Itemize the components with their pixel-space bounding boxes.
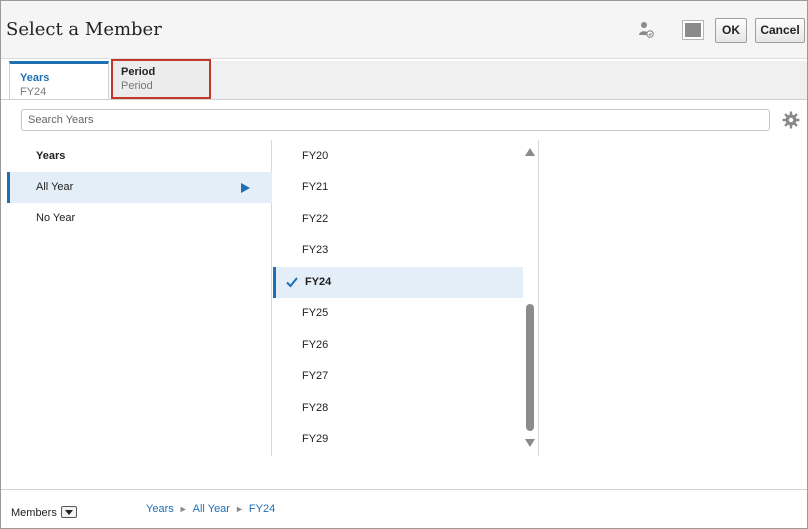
list-item-label: FY22 (302, 213, 329, 225)
dialog-title: Select a Member (6, 19, 162, 40)
gear-icon[interactable] (782, 111, 800, 129)
members-column: FY20 FY21 FY22 FY23 FY24 FY25 FY26 FY27 … (273, 140, 539, 456)
select-member-dialog: Select a Member OK Cancel Years FY24 Per… (0, 0, 808, 529)
list-item-label: FY21 (302, 181, 329, 193)
breadcrumb: Years ► All Year ► FY24 (146, 503, 275, 515)
breadcrumb-years[interactable]: Years (146, 503, 174, 515)
tab-period-label: Period (121, 66, 156, 78)
ok-button[interactable]: OK (715, 18, 747, 43)
list-item[interactable]: FY25 (273, 298, 523, 329)
user-settings-icon[interactable] (638, 21, 654, 39)
list-item-all-year[interactable]: All Year (7, 172, 272, 203)
checkmark-icon (286, 277, 298, 288)
list-item-label: FY29 (302, 433, 329, 445)
scrollbar-thumb[interactable] (526, 304, 534, 431)
list-item-label: FY28 (302, 402, 329, 414)
tabs-background (211, 61, 807, 99)
list-item[interactable]: FY22 (273, 204, 523, 235)
tab-years-value: FY24 (20, 86, 47, 98)
tab-years[interactable]: Years FY24 (9, 61, 109, 99)
list-item-selected[interactable]: FY24 (273, 267, 523, 298)
tab-period-value: Period (121, 80, 153, 92)
list-item-no-year[interactable]: No Year (7, 203, 272, 234)
list-item-label: No Year (36, 212, 76, 224)
breadcrumb-all-year[interactable]: All Year (193, 503, 230, 515)
list-item-label: All Year (36, 181, 74, 193)
list-item-label: FY27 (302, 370, 329, 382)
members-dropdown-button[interactable] (61, 506, 77, 518)
list-item[interactable]: FY26 (273, 330, 523, 361)
breadcrumb-separator-icon: ► (178, 504, 188, 514)
dimension-tabs: Years FY24 Period Period (1, 59, 807, 99)
tab-years-label: Years (20, 72, 50, 84)
search-input[interactable] (21, 109, 770, 131)
members-label: Members (11, 507, 57, 519)
square-icon (685, 23, 701, 37)
layout-toggle-button[interactable] (682, 20, 704, 40)
scroll-up-icon[interactable] (525, 148, 535, 156)
list-item-label: FY20 (302, 150, 329, 162)
list-item[interactable]: FY20 (273, 141, 523, 172)
list-item[interactable]: FY27 (273, 361, 523, 392)
list-item[interactable]: FY21 (273, 172, 523, 203)
tab-period[interactable]: Period Period (111, 59, 211, 99)
breadcrumb-fy24[interactable]: FY24 (249, 503, 275, 515)
expand-arrow-icon[interactable] (241, 183, 250, 193)
member-selector: Years All Year No Year FY20 FY21 FY22 FY… (1, 99, 807, 489)
list-item-label: FY26 (302, 339, 329, 351)
scroll-down-icon[interactable] (525, 439, 535, 447)
hierarchy-column: Years All Year No Year (7, 140, 272, 456)
column-heading: Years (36, 150, 66, 162)
list-item-label: FY25 (302, 307, 329, 319)
breadcrumb-separator-icon: ► (234, 504, 244, 514)
list-item[interactable]: FY28 (273, 393, 523, 424)
list-item[interactable]: FY23 (273, 235, 523, 266)
list-item-label: FY23 (302, 244, 329, 256)
list-item-label: FY24 (305, 276, 332, 288)
dialog-footer: Members Years ► All Year ► FY24 (1, 489, 807, 528)
list-item[interactable]: FY29 (273, 424, 523, 455)
dialog-header: Select a Member OK Cancel (1, 1, 807, 59)
cancel-button[interactable]: Cancel (755, 18, 805, 43)
